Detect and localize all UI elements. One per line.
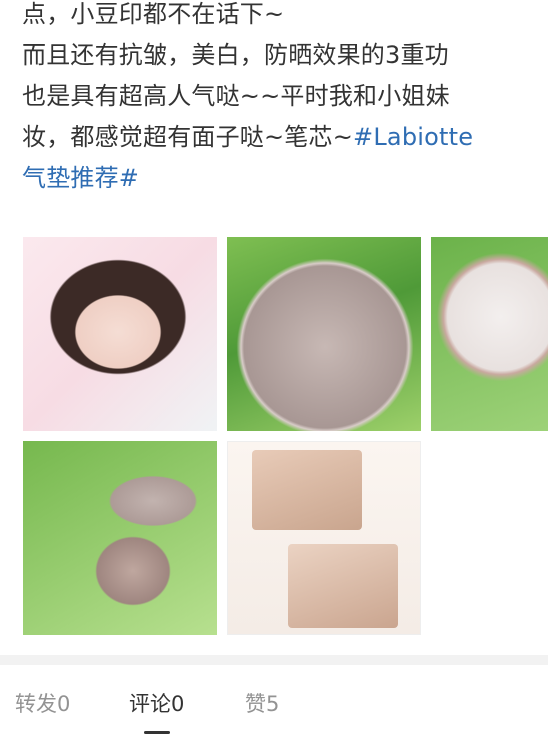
post-text: 点，小豆印都不在话下~ 而且还有抗皱，美白，防晒效果的3重功 也是具有超高人气哒… <box>22 0 548 199</box>
post-text-line: 气垫推荐# <box>22 158 548 199</box>
tab-like[interactable]: 赞5 <box>245 688 279 718</box>
post-image-swatch-collage[interactable] <box>227 441 421 635</box>
post-image-cushion-two-tone[interactable] <box>23 441 217 635</box>
post-text-segment: 妆，都感觉超有面子哒~笔芯~ <box>22 123 354 151</box>
collage-panel <box>288 544 398 628</box>
post-image-watch-cushion[interactable] <box>227 237 421 431</box>
post-text-line: 妆，都感觉超有面子哒~笔芯~#Labiotte <box>22 117 548 158</box>
section-divider <box>0 655 548 665</box>
post-image-cushion-open[interactable] <box>431 237 548 431</box>
post-text-line: 而且还有抗皱，美白，防晒效果的3重功 <box>22 41 449 69</box>
tab-comment[interactable]: 评论0 <box>129 688 184 718</box>
post-text-line: 也是具有超高人气哒~~平时我和小姐妹 <box>22 82 450 110</box>
hashtag-link-continued[interactable]: 气垫推荐# <box>22 164 139 192</box>
active-tab-indicator <box>144 731 170 734</box>
hashtag-link[interactable]: #Labiotte <box>353 123 473 151</box>
tab-repost[interactable]: 转发0 <box>15 688 70 718</box>
collage-panel <box>252 450 362 530</box>
post-image-selfie[interactable] <box>23 237 217 431</box>
post-text-line: 点，小豆印都不在话下~ <box>22 0 285 28</box>
